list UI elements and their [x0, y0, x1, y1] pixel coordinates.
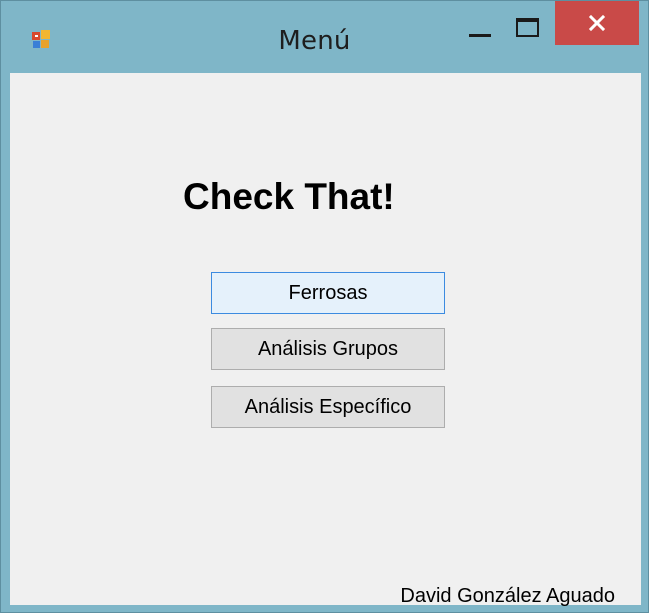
maximize-button[interactable]	[505, 1, 551, 47]
title-bar[interactable]: Menú	[1, 1, 648, 73]
close-icon	[588, 14, 606, 32]
analisis-grupos-button[interactable]: Análisis Grupos	[211, 328, 445, 370]
analisis-especifico-button[interactable]: Análisis Específico	[211, 386, 445, 428]
client-area: Check That! Ferrosas Análisis Grupos Aná…	[10, 73, 641, 607]
ferrosas-button[interactable]: Ferrosas	[211, 272, 445, 314]
author-label: David González Aguado	[400, 585, 615, 607]
close-button[interactable]	[555, 1, 639, 45]
maximize-icon	[516, 18, 539, 37]
minimize-button[interactable]	[457, 1, 503, 47]
minimize-icon	[469, 34, 491, 37]
app-heading: Check That!	[183, 176, 395, 217]
app-window: Menú Check That! Ferrosas Análisis Grupo…	[0, 0, 649, 613]
